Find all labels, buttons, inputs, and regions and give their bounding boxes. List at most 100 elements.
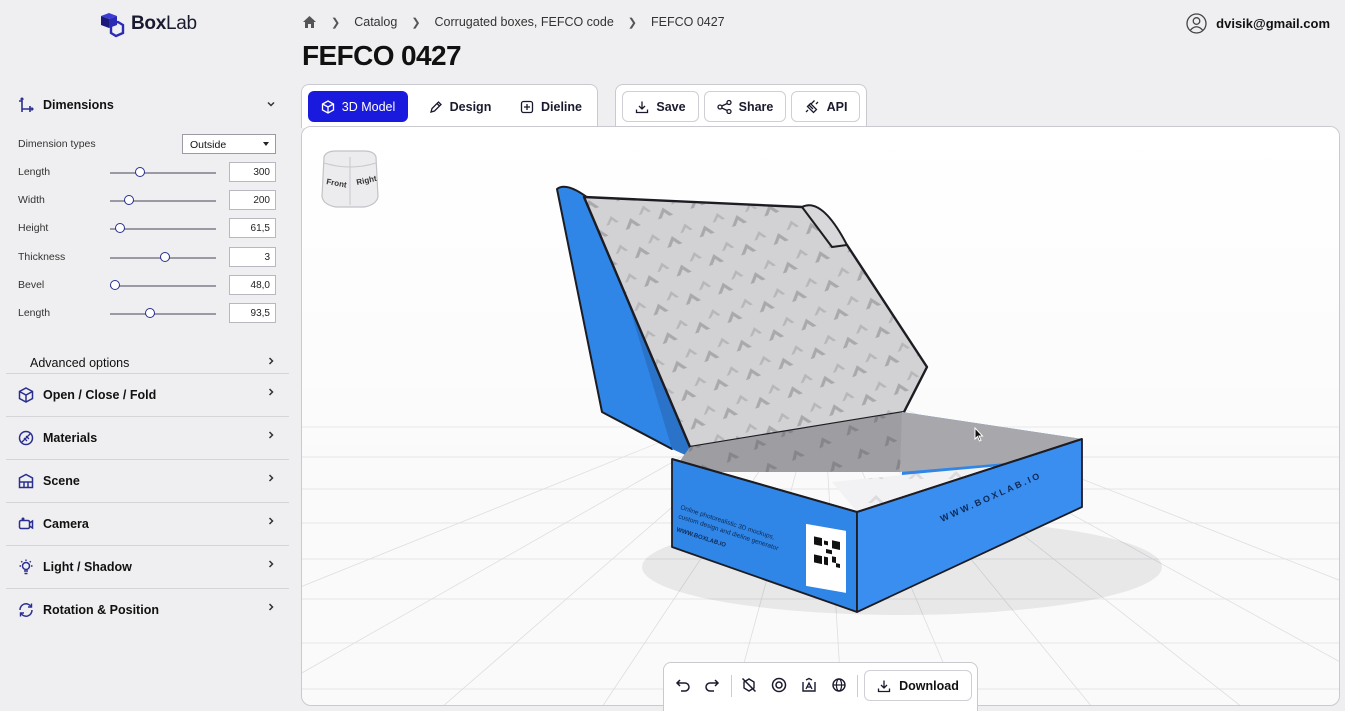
dimensions-title: Dimensions xyxy=(43,98,114,112)
tab-3d-model[interactable]: 3D Model xyxy=(308,91,408,122)
navigation-cube[interactable]: Front Right xyxy=(318,147,382,211)
section-camera[interactable]: Camera xyxy=(0,503,290,545)
section-label: Open / Close / Fold xyxy=(43,388,157,402)
save-label: Save xyxy=(656,99,686,114)
box-icon xyxy=(18,387,34,403)
breadcrumb-separator-icon: ❯ xyxy=(411,16,421,29)
chevron-right-icon xyxy=(268,388,274,396)
undo-icon xyxy=(675,679,690,692)
param-value-input[interactable]: 48,0 xyxy=(229,274,276,295)
dimensions-header[interactable]: Dimensions xyxy=(0,80,290,130)
api-label: API xyxy=(826,99,848,114)
download-icon xyxy=(877,680,891,692)
dimension-types-select[interactable]: Outside xyxy=(182,134,276,154)
redo-button[interactable] xyxy=(702,675,722,695)
param-value-input[interactable]: 300 xyxy=(229,162,276,182)
chevron-down-icon xyxy=(267,101,275,107)
user-email: dvisik@gmail.com xyxy=(1216,16,1330,31)
scene-icon xyxy=(18,473,34,489)
param-slider-handle[interactable] xyxy=(145,308,156,318)
chevron-right-icon xyxy=(268,560,274,568)
param-slider-track[interactable] xyxy=(110,172,216,174)
param-slider-track[interactable] xyxy=(110,313,216,315)
tab-label: 3D Model xyxy=(341,99,396,114)
param-label: Bevel xyxy=(18,278,45,291)
view-tabs-panel: 3D Model Design Dieline xyxy=(301,84,598,128)
mouse-cursor-icon xyxy=(974,427,984,442)
param-slider-handle[interactable] xyxy=(110,279,121,290)
breadcrumb: ❯ Catalog ❯ Corrugated boxes, FEFCO code… xyxy=(302,13,725,31)
save-button[interactable]: Save xyxy=(622,91,699,122)
api-button[interactable]: API xyxy=(791,91,860,122)
sidebar: Dimensions Dimension types Outside Lengt… xyxy=(0,80,290,617)
param-value-input[interactable]: 93,5 xyxy=(229,303,276,323)
section-rotation-position[interactable]: Rotation & Position xyxy=(0,589,290,631)
download-button[interactable]: Download xyxy=(864,670,972,701)
brand-name: BoxLab xyxy=(131,13,197,34)
breadcrumb-current: FEFCO 0427 xyxy=(651,15,725,29)
param-value-input[interactable]: 61,5 xyxy=(229,218,276,239)
section-label: Light / Shadow xyxy=(43,560,132,574)
3d-viewport[interactable]: WWW.BOXLAB.IO Online photorealistic 3D m… xyxy=(301,126,1340,706)
param-label: Width xyxy=(18,194,45,207)
param-slider-handle[interactable] xyxy=(123,195,134,206)
ar-tool-button[interactable] xyxy=(799,675,819,695)
dimension-types-value: Outside xyxy=(190,139,227,151)
scene-canvas: WWW.BOXLAB.IO Online photorealistic 3D m… xyxy=(302,127,1339,705)
tab-label: Design xyxy=(449,99,492,114)
redo-icon xyxy=(705,679,720,692)
dimension-param-row: Length 300 xyxy=(0,162,290,184)
breadcrumb-catalog[interactable]: Catalog xyxy=(354,15,397,29)
ar-box-icon xyxy=(802,677,816,692)
chevron-right-icon xyxy=(268,431,274,439)
light-icon xyxy=(19,559,33,575)
dimension-param-row: Length 93,5 xyxy=(0,303,290,325)
boxlab-logo-icon xyxy=(101,12,125,37)
chevron-right-icon xyxy=(268,517,274,525)
share-button[interactable]: Share xyxy=(704,91,786,122)
download-label: Download xyxy=(899,678,959,693)
advanced-options-label: Advanced options xyxy=(30,356,130,370)
viewer-toolbar: Download xyxy=(663,662,978,711)
material-tool-button[interactable] xyxy=(769,675,789,695)
param-value-input[interactable]: 3 xyxy=(229,246,276,267)
materials-icon xyxy=(18,430,34,446)
param-slider-handle[interactable] xyxy=(134,167,145,177)
undo-button[interactable] xyxy=(673,675,693,695)
param-slider-track[interactable] xyxy=(110,284,216,287)
toolbar-divider xyxy=(857,675,858,697)
toolbar-divider xyxy=(731,675,732,697)
rotation-icon xyxy=(19,603,33,617)
brand-logo[interactable]: BoxLab xyxy=(98,10,197,38)
dimension-types-row: Dimension types Outside xyxy=(0,134,290,156)
hide-tool-button[interactable] xyxy=(739,675,759,695)
param-slider-handle[interactable] xyxy=(115,223,126,234)
pen-icon xyxy=(429,100,442,113)
param-label: Height xyxy=(18,222,49,235)
section-light-shadow[interactable]: Light / Shadow xyxy=(0,546,290,588)
actions-panel: Save Share API xyxy=(615,84,867,128)
param-slider-track[interactable] xyxy=(110,228,216,231)
section-label: Rotation & Position xyxy=(43,603,159,617)
tab-dieline[interactable]: Dieline xyxy=(508,91,594,122)
camera-icon xyxy=(18,517,34,530)
chevron-right-icon xyxy=(268,603,274,611)
param-label: Length xyxy=(18,166,51,178)
param-value-input[interactable]: 200 xyxy=(229,190,276,211)
section-materials[interactable]: Materials xyxy=(0,417,290,459)
breadcrumb-category[interactable]: Corrugated boxes, FEFCO code xyxy=(435,15,614,29)
param-slider-handle[interactable] xyxy=(160,251,170,262)
user-menu[interactable]: dvisik@gmail.com xyxy=(1186,13,1330,34)
section-label: Scene xyxy=(43,474,80,488)
section-open-close-fold[interactable]: Open / Close / Fold xyxy=(0,374,290,416)
home-icon[interactable] xyxy=(302,15,317,29)
tab-design[interactable]: Design xyxy=(414,91,506,122)
dimension-types-label: Dimension types xyxy=(18,138,96,150)
page-title: FEFCO 0427 xyxy=(302,40,462,71)
chevron-right-icon xyxy=(268,357,274,365)
dimension-param-row: Bevel 48,0 xyxy=(0,274,290,297)
qr-code-icon xyxy=(812,534,842,571)
globe-tool-button[interactable] xyxy=(829,675,849,695)
share-label: Share xyxy=(738,99,774,114)
section-scene[interactable]: Scene xyxy=(0,460,290,502)
